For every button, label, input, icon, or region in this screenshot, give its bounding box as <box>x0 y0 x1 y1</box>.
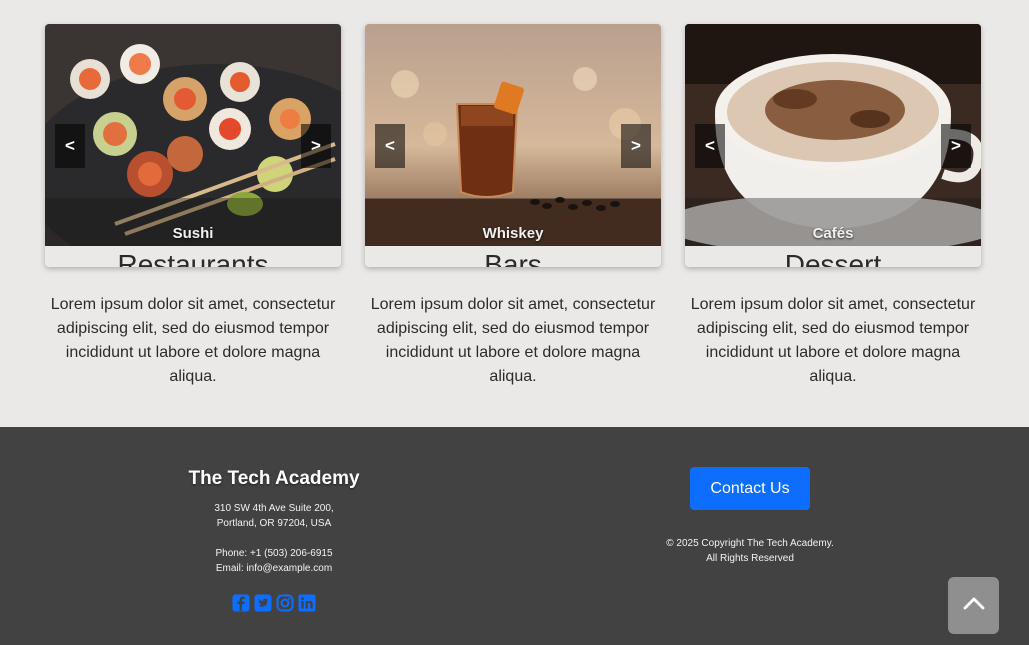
instagram-icon[interactable] <box>276 594 294 612</box>
carousel-caption: Whiskey <box>482 225 544 242</box>
carousel-prev-button[interactable]: < <box>55 124 85 168</box>
card-box: Whiskey < > Bars <box>365 24 661 267</box>
footer-info: The Tech Academy 310 SW 4th Ave Suite 20… <box>164 467 384 612</box>
image-carousel: Whiskey < > <box>365 24 661 246</box>
linkedin-icon[interactable] <box>298 594 316 612</box>
carousel-next-button[interactable]: > <box>301 124 331 168</box>
twitter-icon[interactable] <box>254 594 272 612</box>
card-box: Sushi < > Restaurants <box>45 24 341 267</box>
chevron-up-icon <box>963 596 985 615</box>
card-bars: Whiskey < > Bars Lorem ipsum dolor sit a… <box>365 24 661 389</box>
carousel-caption: Cafés <box>812 225 854 242</box>
carousel-caption: Sushi <box>172 225 214 242</box>
card-description: Lorem ipsum dolor sit amet, consectetur … <box>690 296 976 385</box>
card-description: Lorem ipsum dolor sit amet, consectetur … <box>370 296 656 385</box>
footer-actions: Contact Us © 2025 Copyright The Tech Aca… <box>640 467 860 566</box>
card-title: Restaurants <box>117 249 269 267</box>
facebook-icon[interactable] <box>232 594 250 612</box>
card-description: Lorem ipsum dolor sit amet, consectetur … <box>50 296 336 385</box>
card-restaurants: Sushi < > Restaurants Lorem ipsum dolor … <box>45 24 341 389</box>
footer-address: 310 SW 4th Ave Suite 200, Portland, OR 9… <box>164 501 384 531</box>
copyright: © 2025 Copyright The Tech Academy. All R… <box>640 536 860 566</box>
card-dessert: Cafés < > Dessert Lorem ipsum dolor sit … <box>685 24 981 389</box>
card-grid: Sushi < > Restaurants Lorem ipsum dolor … <box>45 24 981 386</box>
site-footer: The Tech Academy 310 SW 4th Ave Suite 20… <box>0 427 1029 645</box>
card-box: Cafés < > Dessert <box>685 24 981 267</box>
back-to-top-button[interactable] <box>948 577 999 634</box>
phone-text: Phone: +1 (503) 206-6915 <box>215 548 333 559</box>
footer-brand: The Tech Academy <box>188 468 360 489</box>
address-line: 310 SW 4th Ave Suite 200, <box>214 503 334 514</box>
image-carousel: Sushi < > <box>45 24 341 246</box>
carousel-next-button[interactable]: > <box>941 124 971 168</box>
copyright-line: © 2025 Copyright The Tech Academy. <box>666 538 834 549</box>
carousel-prev-button[interactable]: < <box>695 124 725 168</box>
card-title: Dessert <box>784 249 882 267</box>
email-text: Email: info@example.com <box>215 563 333 574</box>
social-links <box>164 594 384 612</box>
footer-contact: Phone: +1 (503) 206-6915 Email: info@exa… <box>164 546 384 576</box>
image-carousel: Cafés < > <box>685 24 981 246</box>
copyright-line: All Rights Reserved <box>706 553 794 564</box>
card-title: Bars <box>484 249 542 267</box>
address-line: Portland, OR 97204, USA <box>216 518 332 529</box>
carousel-next-button[interactable]: > <box>621 124 651 168</box>
contact-us-button[interactable]: Contact Us <box>690 467 810 510</box>
carousel-prev-button[interactable]: < <box>375 124 405 168</box>
